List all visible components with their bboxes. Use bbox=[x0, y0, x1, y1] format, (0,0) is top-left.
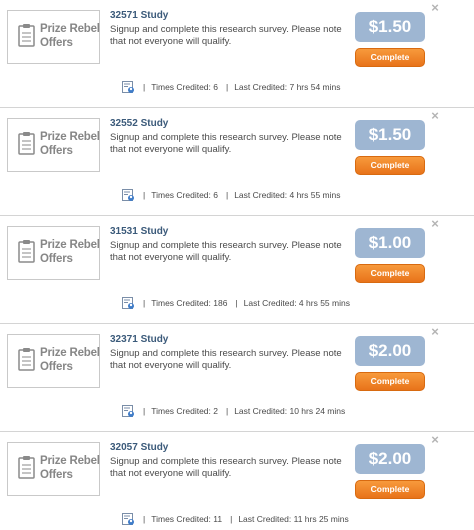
complete-button[interactable]: Complete bbox=[355, 372, 425, 391]
separator: | bbox=[143, 514, 146, 524]
offer-logo: Prize Rebel Offers bbox=[7, 226, 100, 280]
offer-logo: Prize Rebel Offers bbox=[7, 10, 100, 64]
close-icon[interactable]: × bbox=[429, 1, 441, 14]
complete-button[interactable]: Complete bbox=[355, 264, 425, 283]
last-credited: Last Credited: 10 hrs 24 mins bbox=[234, 406, 346, 416]
offer-title[interactable]: 32057 Study bbox=[110, 442, 168, 453]
separator: | bbox=[225, 82, 229, 92]
price-badge: $1.50 bbox=[355, 12, 425, 42]
user-stats-icon bbox=[122, 513, 135, 526]
price-badge: $2.00 bbox=[355, 336, 425, 366]
credit-info: | Times Credited: 6 | Last Credited: 7 hrs … bbox=[122, 80, 341, 94]
offer-card: Prize Rebel Offers 32371 Study Signup an… bbox=[0, 324, 474, 432]
close-icon[interactable]: × bbox=[429, 109, 441, 122]
separator: | bbox=[225, 406, 229, 416]
offer-description: Signup and complete this research survey… bbox=[110, 456, 342, 479]
complete-button[interactable]: Complete bbox=[355, 156, 425, 175]
times-credited: Times Credited: 6 bbox=[151, 82, 218, 92]
times-credited: Times Credited: 6 bbox=[151, 190, 218, 200]
close-icon[interactable]: × bbox=[429, 217, 441, 230]
offer-card: Prize Rebel Offers 32057 Study Signup an… bbox=[0, 432, 474, 530]
credit-info: | Times Credited: 11 | Last Credited: 11 hr… bbox=[122, 512, 349, 526]
price-badge: $1.50 bbox=[355, 120, 425, 150]
user-stats-icon bbox=[122, 405, 135, 418]
separator: | bbox=[143, 190, 146, 200]
offer-logo: Prize Rebel Offers bbox=[7, 118, 100, 172]
offer-title[interactable]: 31531 Study bbox=[110, 226, 168, 237]
separator: | bbox=[225, 190, 229, 200]
separator: | bbox=[235, 298, 238, 308]
complete-button[interactable]: Complete bbox=[355, 480, 425, 499]
separator: | bbox=[230, 514, 233, 524]
last-credited: Last Credited: 4 hrs 55 mins bbox=[243, 298, 350, 308]
complete-button[interactable]: Complete bbox=[355, 48, 425, 67]
credit-info: | Times Credited: 186 | Last Credited: 4 hr… bbox=[122, 296, 350, 310]
offer-card: Prize Rebel Offers 31531 Study Signup an… bbox=[0, 216, 474, 324]
user-stats-icon bbox=[122, 189, 135, 202]
offer-description: Signup and complete this research survey… bbox=[110, 240, 342, 263]
offer-card: Prize Rebel Offers 32552 Study Signup an… bbox=[0, 108, 474, 216]
offer-description: Signup and complete this research survey… bbox=[110, 132, 342, 155]
offer-logo-text: Prize Rebel Offers bbox=[40, 455, 100, 481]
offer-logo-text: Prize Rebel Offers bbox=[40, 23, 100, 49]
offer-logo: Prize Rebel Offers bbox=[7, 442, 100, 496]
clipboard-icon bbox=[18, 240, 35, 263]
credit-info: | Times Credited: 6 | Last Credited: 4 hrs … bbox=[122, 188, 341, 202]
price-badge: $2.00 bbox=[355, 444, 425, 474]
separator: | bbox=[143, 406, 146, 416]
offer-title[interactable]: 32571 Study bbox=[110, 10, 168, 21]
offer-logo: Prize Rebel Offers bbox=[7, 334, 100, 388]
offer-description: Signup and complete this research survey… bbox=[110, 24, 342, 47]
close-icon[interactable]: × bbox=[429, 325, 441, 338]
last-credited: Last Credited: 7 hrs 54 mins bbox=[234, 82, 341, 92]
clipboard-icon bbox=[18, 132, 35, 155]
separator: | bbox=[143, 298, 146, 308]
offer-logo-text: Prize Rebel Offers bbox=[40, 131, 100, 157]
clipboard-icon bbox=[18, 456, 35, 479]
user-stats-icon bbox=[122, 81, 135, 94]
times-credited: Times Credited: 2 bbox=[151, 406, 218, 416]
user-stats-icon bbox=[122, 297, 135, 310]
clipboard-icon bbox=[18, 348, 35, 371]
separator: | bbox=[143, 82, 146, 92]
close-icon[interactable]: × bbox=[429, 433, 441, 446]
offer-title[interactable]: 32371 Study bbox=[110, 334, 168, 345]
credit-info: | Times Credited: 2 | Last Credited: 10 hrs… bbox=[122, 404, 345, 418]
offer-list: Prize Rebel Offers 32571 Study Signup an… bbox=[0, 0, 474, 530]
clipboard-icon bbox=[18, 24, 35, 47]
offer-description: Signup and complete this research survey… bbox=[110, 348, 342, 371]
offer-card: Prize Rebel Offers 32571 Study Signup an… bbox=[0, 0, 474, 108]
offer-title[interactable]: 32552 Study bbox=[110, 118, 168, 129]
last-credited: Last Credited: 11 hrs 25 mins bbox=[238, 514, 349, 524]
price-badge: $1.00 bbox=[355, 228, 425, 258]
offer-logo-text: Prize Rebel Offers bbox=[40, 239, 100, 265]
times-credited: Times Credited: 11 bbox=[151, 514, 223, 524]
times-credited: Times Credited: 186 bbox=[151, 298, 228, 308]
offer-logo-text: Prize Rebel Offers bbox=[40, 347, 100, 373]
last-credited: Last Credited: 4 hrs 55 mins bbox=[234, 190, 341, 200]
